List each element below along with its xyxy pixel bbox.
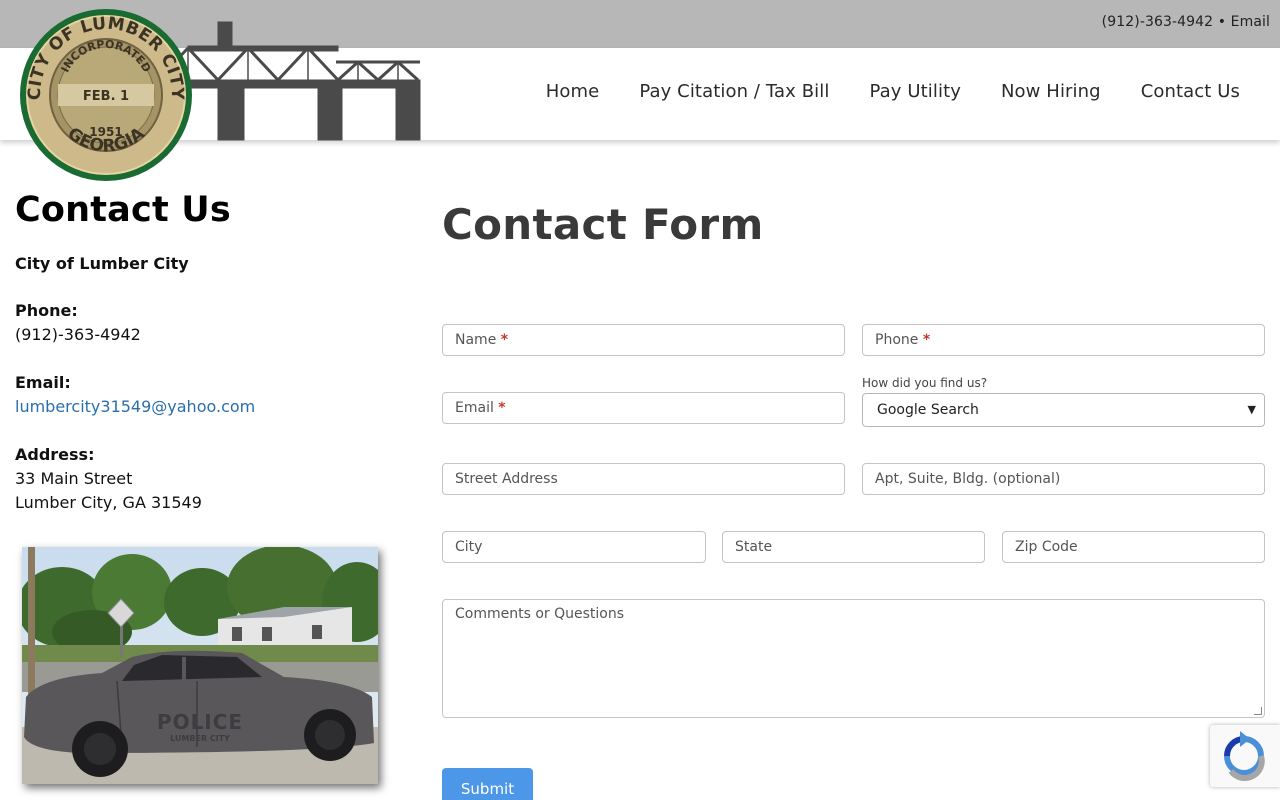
phone-required-mark: * [922, 332, 931, 348]
email-required-mark: * [498, 400, 506, 416]
chevron-down-icon: ▼ [1247, 403, 1256, 416]
seal-center: FEB. 1 [83, 89, 129, 104]
phone-value: (912)-363-4942 [15, 325, 141, 344]
police-car-photo: POLICE LUMBER CITY [22, 547, 378, 784]
find-us-label: How did you find us? [862, 376, 988, 390]
name-required-mark: * [500, 332, 509, 348]
address-line-2: Lumber City, GA 31549 [15, 493, 202, 512]
address-label: Address: [15, 445, 95, 464]
nav-now-hiring[interactable]: Now Hiring [1001, 81, 1101, 102]
nav-contact-us[interactable]: Contact Us [1141, 81, 1240, 102]
nav-pay-utility[interactable]: Pay Utility [869, 81, 961, 102]
nav-home[interactable]: Home [546, 81, 600, 102]
address-line-1: 33 Main Street [15, 469, 133, 488]
car-text: POLICE [157, 710, 243, 734]
zip-input[interactable]: Zip Code [1002, 531, 1265, 563]
phone-input[interactable]: Phone * [862, 324, 1265, 356]
contact-heading: Contact Us [15, 190, 231, 230]
top-email-link[interactable]: Email [1231, 14, 1270, 30]
street-address-input[interactable]: Street Address [442, 463, 845, 495]
comments-placeholder: Comments or Questions [455, 606, 625, 622]
email-label: Email: [15, 373, 71, 392]
resize-handle-icon[interactable] [1254, 707, 1262, 715]
name-input[interactable]: Name * [442, 324, 845, 356]
nav-pay-citation[interactable]: Pay Citation / Tax Bill [639, 81, 829, 102]
find-us-select[interactable]: Google Search ▼ [862, 393, 1265, 427]
top-separator: • [1217, 14, 1227, 30]
org-name: City of Lumber City [15, 254, 189, 273]
city-placeholder: City [455, 539, 483, 555]
logo-graphic: CITY OF LUMBER CITY INCORPORATED FEB. 1 … [20, 9, 421, 181]
email-link[interactable]: lumbercity31549@yahoo.com [15, 397, 255, 416]
comments-textarea[interactable]: Comments or Questions [442, 599, 1265, 718]
zip-placeholder: Zip Code [1015, 539, 1078, 555]
recaptcha-badge[interactable] [1210, 725, 1280, 787]
find-us-selected: Google Search [877, 402, 979, 418]
email-input[interactable]: Email * [442, 392, 845, 424]
submit-button[interactable]: Submit [442, 768, 533, 800]
email-placeholder: Email [455, 400, 494, 416]
top-phone[interactable]: (912)-363-4942 [1102, 14, 1214, 30]
recaptcha-icon [1224, 731, 1265, 781]
state-input[interactable]: State [722, 531, 985, 563]
city-input[interactable]: City [442, 531, 706, 563]
state-placeholder: State [735, 539, 773, 555]
site-logo[interactable]: CITY OF LUMBER CITY INCORPORATED FEB. 1 … [18, 6, 428, 186]
police-car-image: POLICE LUMBER CITY [22, 547, 378, 784]
city-seal-icon: CITY OF LUMBER CITY INCORPORATED FEB. 1 … [20, 9, 192, 181]
phone-placeholder: Phone [875, 332, 919, 348]
car-subtext: LUMBER CITY [170, 734, 230, 743]
contact-info: Contact Us City of Lumber City Phone: (9… [15, 190, 395, 515]
street-placeholder: Street Address [455, 471, 558, 487]
main-nav: Home Pay Citation / Tax Bill Pay Utility… [506, 81, 1240, 102]
form-title: Contact Form [442, 200, 764, 249]
top-contact-line: (912)-363-4942 • Email [1102, 14, 1270, 30]
apt-placeholder: Apt, Suite, Bldg. (optional) [875, 471, 1061, 487]
name-placeholder: Name [455, 332, 497, 348]
phone-label: Phone: [15, 301, 78, 320]
apt-input[interactable]: Apt, Suite, Bldg. (optional) [862, 463, 1265, 495]
